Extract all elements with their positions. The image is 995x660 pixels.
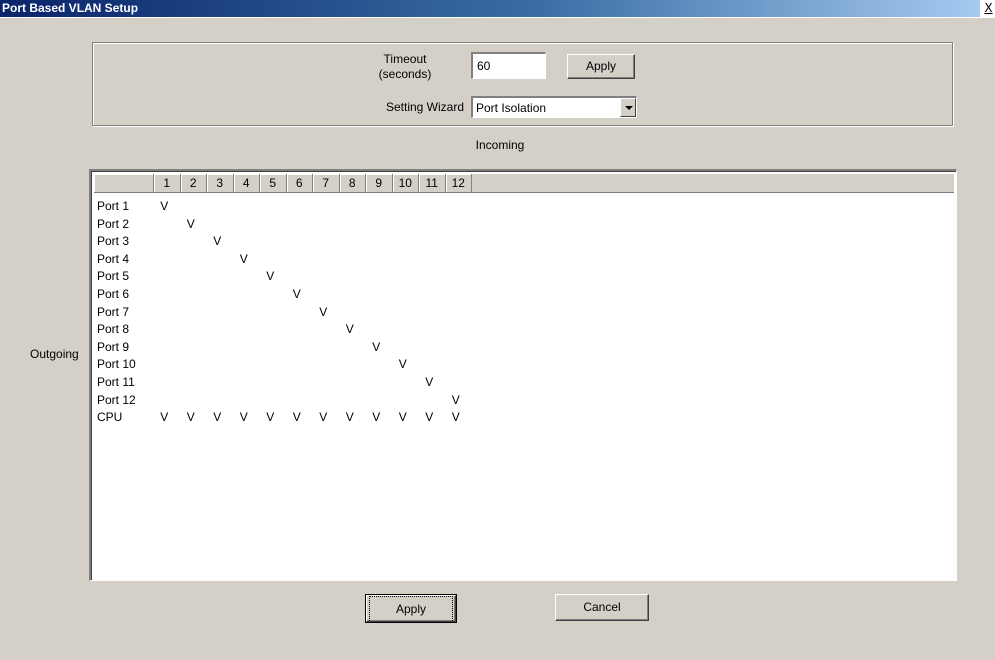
row-label: Port 5 <box>97 269 130 284</box>
membership-cell[interactable]: V <box>290 287 304 301</box>
row-label: Port 6 <box>97 287 130 301</box>
setting-wizard-value: Port Isolation <box>476 101 547 115</box>
membership-cell[interactable]: V <box>449 393 463 407</box>
membership-cell[interactable]: V <box>263 410 277 424</box>
membership-cell[interactable]: V <box>290 410 304 424</box>
membership-cell[interactable]: V <box>396 357 410 371</box>
column-header-port: 1 <box>154 174 181 192</box>
timeout-apply-button[interactable]: Apply <box>567 54 635 79</box>
membership-cell[interactable]: V <box>449 410 463 424</box>
membership-cell[interactable]: V <box>210 410 224 424</box>
column-header-port: 11 <box>419 174 446 192</box>
membership-cell[interactable]: V <box>237 252 251 266</box>
close-icon[interactable]: X <box>982 0 995 17</box>
membership-cell[interactable]: V <box>422 410 436 424</box>
membership-cell[interactable]: V <box>237 410 251 424</box>
row-label: Port 11 <box>97 375 135 389</box>
column-header-port: 8 <box>340 174 366 192</box>
membership-cell[interactable]: V <box>316 410 330 424</box>
column-header-port: 5 <box>260 174 287 192</box>
chevron-down-icon[interactable] <box>620 98 636 117</box>
membership-cell[interactable]: V <box>210 234 224 248</box>
setting-wizard-select[interactable]: Port Isolation <box>471 96 637 118</box>
membership-cell[interactable]: V <box>369 340 383 354</box>
column-header-port: 7 <box>313 174 340 192</box>
timeout-label: Timeout (seconds) <box>378 52 432 81</box>
membership-cell[interactable]: V <box>343 410 357 424</box>
membership-cell[interactable]: V <box>184 410 198 424</box>
row-label: Port 2 <box>97 216 130 231</box>
membership-cell[interactable]: V <box>316 305 330 319</box>
window-title: Port Based VLAN Setup <box>0 0 980 17</box>
membership-cell[interactable]: V <box>184 217 198 231</box>
cancel-button[interactable]: Cancel <box>555 594 649 621</box>
row-label: Port 3 <box>97 234 130 249</box>
membership-cell[interactable]: V <box>263 269 277 283</box>
membership-cell[interactable]: V <box>396 410 410 424</box>
column-header-port: 9 <box>366 174 393 192</box>
outgoing-label: Outgoing <box>30 347 79 361</box>
apply-button-label: Apply <box>368 596 454 623</box>
row-label: Port 4 <box>97 251 130 266</box>
matrix-header-row: 1 2 3 4 5 6 7 8 9 10 11 12 <box>94 174 954 193</box>
column-header-port: 3 <box>207 174 234 192</box>
apply-button[interactable]: Apply <box>365 594 457 623</box>
vlan-matrix-grid: 1 2 3 4 5 6 7 8 9 10 11 12 Port 1 V Port 2 V Port 3 V Por… <box>89 169 957 581</box>
membership-cell[interactable]: V <box>343 322 357 336</box>
row-label: Port 1 <box>97 199 130 213</box>
column-header-port: 4 <box>234 174 260 192</box>
matrix-corner-cell <box>94 174 154 192</box>
membership-cell[interactable]: V <box>157 199 171 213</box>
row-label: Port 7 <box>97 304 130 319</box>
column-header-port: 10 <box>393 174 419 192</box>
membership-cell[interactable]: V <box>369 410 383 424</box>
incoming-label: Incoming <box>475 138 525 152</box>
row-label: Port 12 <box>97 392 136 407</box>
title-bar: Port Based VLAN Setup X <box>0 0 995 18</box>
membership-cell[interactable]: V <box>157 410 171 424</box>
row-label: CPU <box>97 410 123 425</box>
row-label: Port 10 <box>97 357 136 372</box>
row-label: Port 9 <box>97 339 130 354</box>
timeout-field[interactable] <box>471 52 546 79</box>
membership-cell[interactable]: V <box>422 375 436 389</box>
setting-wizard-label: Setting Wizard <box>385 100 464 114</box>
column-header-port: 2 <box>181 174 207 192</box>
column-header-port: 6 <box>287 174 313 192</box>
column-header-port: 12 <box>446 174 472 192</box>
row-label: Port 8 <box>97 322 130 337</box>
